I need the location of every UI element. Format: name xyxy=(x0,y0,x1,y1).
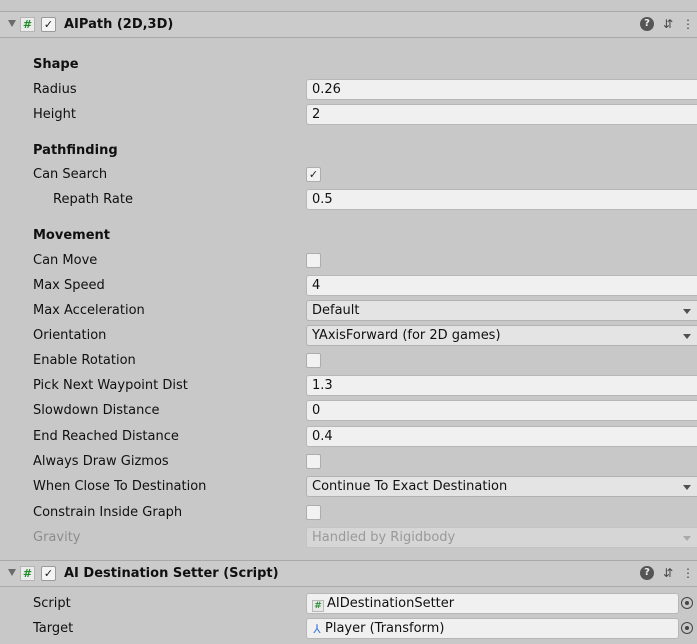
can-search-label: Can Search xyxy=(33,167,108,182)
menu-icon[interactable]: ⋮ xyxy=(681,17,695,31)
script-icon: # xyxy=(312,600,324,612)
help-icon[interactable]: ? xyxy=(640,566,654,580)
end-reached-distance-label: End Reached Distance xyxy=(33,429,179,444)
dropdown-arrow-icon xyxy=(683,309,691,314)
enable-rotation-checkbox[interactable] xyxy=(306,353,321,368)
max-acceleration-dropdown[interactable]: Default xyxy=(306,300,697,321)
when-close-to-destination-row: When Close To Destination Continue To Ex… xyxy=(0,474,697,499)
radius-label: Radius xyxy=(33,82,77,97)
preset-icon[interactable]: ⇵ xyxy=(661,17,675,31)
script-row: Script # AIDestinationSetter xyxy=(0,591,697,616)
component-title: AI Destination Setter (Script) xyxy=(64,566,279,581)
constrain-inside-graph-checkbox[interactable] xyxy=(306,505,321,520)
orientation-dropdown[interactable]: YAxisForward (for 2D games) xyxy=(306,325,697,346)
orientation-label: Orientation xyxy=(33,328,107,343)
max-acceleration-value: Default xyxy=(312,303,360,318)
can-search-checkbox[interactable]: ✓ xyxy=(306,167,321,182)
orientation-value: YAxisForward (for 2D games) xyxy=(312,328,501,343)
when-close-to-destination-dropdown[interactable]: Continue To Exact Destination xyxy=(306,476,697,497)
can-move-label: Can Move xyxy=(33,253,98,268)
menu-icon[interactable]: ⋮ xyxy=(681,566,695,580)
max-acceleration-label: Max Acceleration xyxy=(33,303,145,318)
pick-next-waypoint-dist-row: Pick Next Waypoint Dist 1.3 xyxy=(0,373,697,398)
component-title: AIPath (2D,3D) xyxy=(64,17,174,32)
can-move-checkbox[interactable] xyxy=(306,253,321,268)
foldout-arrow-icon[interactable] xyxy=(8,569,16,576)
script-label: Script xyxy=(33,596,71,611)
always-draw-gizmos-row: Always Draw Gizmos xyxy=(0,449,697,474)
slowdown-distance-field[interactable]: 0 xyxy=(306,400,697,421)
dropdown-arrow-icon xyxy=(683,536,691,541)
max-speed-field[interactable]: 4 xyxy=(306,275,697,296)
script-icon: # xyxy=(20,17,35,32)
component-enabled-checkbox[interactable]: ✓ xyxy=(41,566,56,581)
object-picker-icon[interactable] xyxy=(681,597,693,609)
end-reached-distance-row: End Reached Distance 0.4 xyxy=(0,424,697,449)
max-acceleration-row: Max Acceleration Default xyxy=(0,298,697,323)
section-shape: Shape xyxy=(33,57,79,72)
slowdown-distance-row: Slowdown Distance 0 xyxy=(0,398,697,423)
can-search-row: Can Search ✓ xyxy=(0,162,697,187)
radius-row: Radius 0.26 xyxy=(0,77,697,102)
repath-rate-row: Repath Rate 0.5 xyxy=(0,187,697,212)
object-picker-icon[interactable] xyxy=(681,622,693,634)
slowdown-distance-label: Slowdown Distance xyxy=(33,403,160,418)
gravity-value: Handled by Rigidbody xyxy=(312,530,456,545)
help-icon[interactable]: ? xyxy=(640,17,654,31)
always-draw-gizmos-label: Always Draw Gizmos xyxy=(33,454,169,469)
section-pathfinding: Pathfinding xyxy=(33,143,118,158)
script-icon: # xyxy=(20,566,35,581)
dropdown-arrow-icon xyxy=(683,334,691,339)
constrain-inside-graph-row: Constrain Inside Graph xyxy=(0,500,697,525)
target-row: Target ⅄ Player (Transform) xyxy=(0,616,697,641)
enable-rotation-label: Enable Rotation xyxy=(33,353,136,368)
max-speed-label: Max Speed xyxy=(33,278,105,293)
enable-rotation-row: Enable Rotation xyxy=(0,348,697,373)
can-move-row: Can Move xyxy=(0,248,697,273)
script-object-field[interactable]: # AIDestinationSetter xyxy=(306,593,679,614)
script-object-value: AIDestinationSetter xyxy=(327,596,455,611)
when-close-to-destination-value: Continue To Exact Destination xyxy=(312,479,508,494)
dropdown-arrow-icon xyxy=(683,485,691,490)
end-reached-distance-field[interactable]: 0.4 xyxy=(306,426,697,447)
repath-rate-field[interactable]: 0.5 xyxy=(306,189,697,210)
pick-next-waypoint-dist-field[interactable]: 1.3 xyxy=(306,375,697,396)
height-row: Height 2 xyxy=(0,102,697,127)
repath-rate-label: Repath Rate xyxy=(53,192,133,207)
component-enabled-checkbox[interactable]: ✓ xyxy=(41,17,56,32)
target-object-field[interactable]: ⅄ Player (Transform) xyxy=(306,618,679,639)
transform-icon: ⅄ xyxy=(313,622,321,636)
orientation-row: Orientation YAxisForward (for 2D games) xyxy=(0,323,697,348)
component-header-aipath[interactable]: # ✓ AIPath (2D,3D) ? ⇵ ⋮ xyxy=(0,11,697,38)
component-header-ai-destination-setter[interactable]: # ✓ AI Destination Setter (Script) ? ⇵ ⋮ xyxy=(0,560,697,587)
height-field[interactable]: 2 xyxy=(306,104,697,125)
foldout-arrow-icon[interactable] xyxy=(8,20,16,27)
when-close-to-destination-label: When Close To Destination xyxy=(33,479,207,494)
max-speed-row: Max Speed 4 xyxy=(0,273,697,298)
constrain-inside-graph-label: Constrain Inside Graph xyxy=(33,505,183,520)
section-movement: Movement xyxy=(33,228,110,243)
gravity-label: Gravity xyxy=(33,530,81,545)
pick-next-waypoint-dist-label: Pick Next Waypoint Dist xyxy=(33,378,188,393)
gravity-dropdown: Handled by Rigidbody xyxy=(306,527,697,548)
height-label: Height xyxy=(33,107,76,122)
gravity-row: Gravity Handled by Rigidbody xyxy=(0,525,697,550)
radius-field[interactable]: 0.26 xyxy=(306,79,697,100)
always-draw-gizmos-checkbox[interactable] xyxy=(306,454,321,469)
target-object-value: Player (Transform) xyxy=(325,621,445,636)
target-label: Target xyxy=(33,621,74,636)
preset-icon[interactable]: ⇵ xyxy=(661,566,675,580)
